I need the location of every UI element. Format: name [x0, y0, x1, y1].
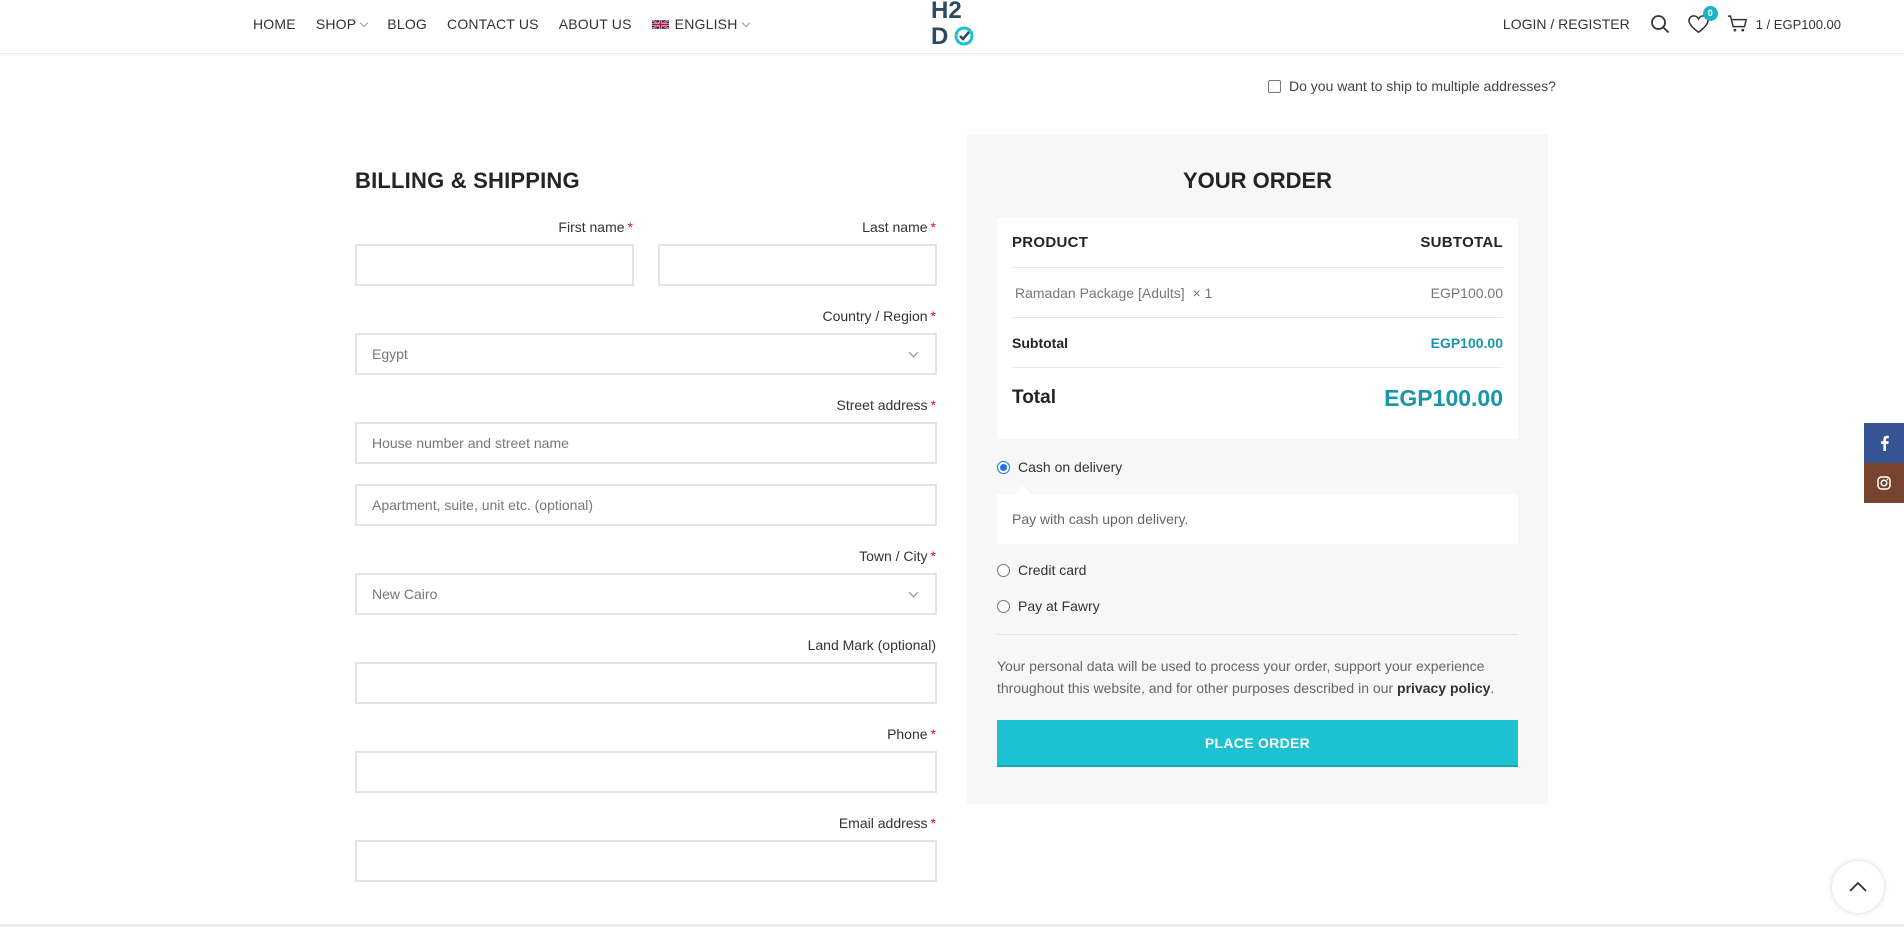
- cart-total-text: 1 / EGP100.00: [1755, 16, 1841, 32]
- order-item-name: Ramadan Package [Adults]: [1015, 284, 1185, 301]
- svg-text:D: D: [931, 23, 948, 50]
- uk-flag-icon: [651, 18, 669, 30]
- language-switcher[interactable]: ENGLISH: [651, 16, 750, 32]
- facebook-icon: [1880, 435, 1889, 451]
- site-header: HOME SHOP BLOG CONTACT US ABOUT US ENGLI…: [0, 0, 1904, 54]
- instagram-share-button[interactable]: [1864, 463, 1904, 503]
- order-table-header: PRODUCT SUBTOTAL: [1012, 218, 1503, 268]
- wishlist-icon[interactable]: 0: [1687, 5, 1718, 34]
- city-label: Town / City *: [859, 548, 936, 564]
- nav-contact-us[interactable]: CONTACT US: [447, 16, 539, 32]
- country-label: Country / Region *: [822, 308, 936, 324]
- place-order-button[interactable]: PLACE ORDER: [997, 720, 1518, 767]
- nav-about-us[interactable]: ABOUT US: [559, 16, 632, 32]
- first-name-input[interactable]: [355, 244, 634, 286]
- cart-button[interactable]: 1 / EGP100.00: [1727, 15, 1841, 33]
- cart-icon: [1727, 15, 1747, 32]
- chevron-down-icon: [741, 18, 750, 27]
- privacy-notice: Your personal data will be used to proce…: [997, 658, 1495, 696]
- payment-cod[interactable]: Cash on delivery: [997, 459, 1122, 475]
- main-nav: HOME SHOP BLOG CONTACT US ABOUT US ENGLI…: [253, 0, 769, 48]
- email-input[interactable]: [355, 840, 937, 882]
- first-name-label: First name *: [558, 219, 633, 235]
- wishlist-count-badge: 0: [1702, 5, 1718, 21]
- street-address-input[interactable]: House number and street name: [355, 422, 937, 464]
- last-name-input[interactable]: [658, 244, 937, 286]
- credit-card-radio[interactable]: [997, 563, 1010, 577]
- nav-shop[interactable]: SHOP: [316, 16, 369, 32]
- payment-fawry[interactable]: Pay at Fawry: [997, 598, 1100, 614]
- instagram-icon: [1877, 476, 1891, 490]
- apartment-input[interactable]: Apartment, suite, unit etc. (optional): [355, 484, 937, 526]
- landmark-input[interactable]: [355, 662, 937, 704]
- nav-home[interactable]: HOME: [253, 16, 296, 32]
- order-table: PRODUCT SUBTOTAL Ramadan Package [Adults…: [997, 218, 1518, 439]
- country-select[interactable]: Egypt: [355, 333, 937, 375]
- street-address-label: Street address *: [836, 397, 936, 413]
- fawry-radio[interactable]: [997, 599, 1010, 613]
- chevron-down-icon: [908, 347, 919, 358]
- order-total-row: Total EGP100.00: [1012, 384, 1503, 411]
- chevron-down-icon: [360, 18, 369, 27]
- scroll-to-top-button[interactable]: [1832, 861, 1884, 913]
- phone-input[interactable]: [355, 751, 937, 793]
- order-item-price: EGP100.00: [1430, 284, 1503, 301]
- multi-address-option[interactable]: Do you want to ship to multiple addresse…: [1268, 78, 1556, 94]
- header-actions: LOGIN / REGISTER 0 1 / EGP100.00: [1503, 0, 1841, 48]
- landmark-label: Land Mark (optional): [807, 637, 936, 653]
- multi-address-checkbox[interactable]: [1268, 79, 1281, 93]
- nav-blog[interactable]: BLOG: [387, 16, 427, 32]
- multi-address-label: Do you want to ship to multiple addresse…: [1289, 78, 1556, 94]
- order-subtotal-row: Subtotal EGP100.00: [1012, 318, 1503, 368]
- login-register-link[interactable]: LOGIN / REGISTER: [1503, 16, 1630, 32]
- cod-radio[interactable]: [997, 460, 1010, 474]
- phone-label: Phone *: [887, 726, 936, 742]
- order-title: YOUR ORDER: [1182, 168, 1333, 193]
- city-select[interactable]: New Cairo: [355, 573, 937, 615]
- order-item-row: Ramadan Package [Adults] × 1 EGP100.00: [1012, 268, 1503, 318]
- total-value: EGP100.00: [1384, 384, 1503, 411]
- email-label: Email address *: [838, 815, 936, 831]
- svg-text:H2: H2: [931, 0, 962, 24]
- last-name-label: Last name *: [862, 219, 936, 235]
- chevron-up-icon: [1849, 882, 1867, 892]
- divider: [997, 634, 1518, 635]
- privacy-policy-link[interactable]: privacy policy: [1397, 680, 1490, 696]
- site-logo[interactable]: H2 D: [930, 0, 976, 50]
- order-item-qty: × 1: [1192, 284, 1213, 301]
- subtotal-value: EGP100.00: [1430, 334, 1503, 351]
- payment-credit-card[interactable]: Credit card: [997, 562, 1086, 578]
- facebook-share-button[interactable]: [1864, 423, 1904, 463]
- billing-title: BILLING & SHIPPING: [355, 168, 580, 193]
- cod-description: Pay with cash upon delivery.: [997, 486, 1518, 544]
- order-review-panel: YOUR ORDER PRODUCT SUBTOTAL Ramadan Pack…: [967, 131, 1548, 804]
- chevron-down-icon: [908, 587, 919, 598]
- search-icon[interactable]: [1650, 14, 1670, 34]
